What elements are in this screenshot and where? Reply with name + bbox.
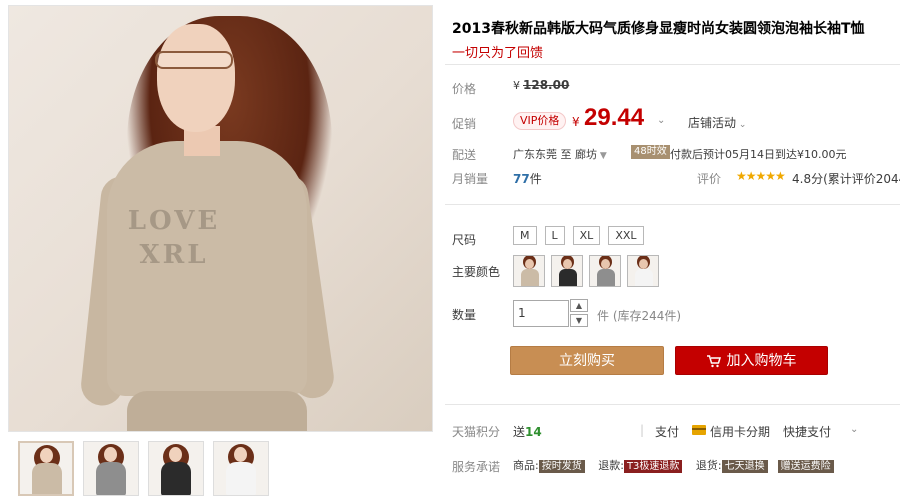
monthly-sales-label: 月销量 [452, 172, 489, 186]
points-number: 14 [525, 425, 542, 439]
thumb-shirt [96, 462, 126, 495]
rating-summary-link[interactable]: 4.8分(累计评价2044) [792, 170, 900, 187]
thumb-shirt [32, 463, 62, 494]
promo-currency: ¥ [572, 115, 580, 129]
size-option-xl[interactable]: XL [572, 226, 601, 245]
on-time-shipping-badge[interactable]: 按时发货 [538, 460, 585, 473]
points-label: 天猫积分 [452, 425, 501, 439]
swatch-shirt [521, 269, 539, 286]
divider [445, 204, 900, 205]
size-option-l[interactable]: L [544, 226, 565, 245]
thumb-face [40, 448, 53, 463]
color-option-2[interactable] [551, 255, 583, 287]
thumb-shirt [161, 462, 191, 495]
chevron-down-icon[interactable]: ⌄ [850, 424, 858, 435]
vip-price-badge: VIP价格 [513, 112, 567, 130]
thumbnail-strip [18, 441, 269, 496]
color-label: 主要颜色 [452, 265, 501, 279]
quantity-label: 数量 [452, 308, 477, 322]
shipping-route-text: 广东东莞 至 廊坊 [513, 148, 597, 161]
monthly-sales-count: 77 [513, 172, 530, 186]
size-option-xxl[interactable]: XXL [608, 226, 644, 245]
swatch-face [525, 259, 534, 269]
price-label: 价格 [452, 82, 477, 96]
size-options: M L XL XXL [513, 226, 644, 245]
shop-activity-label: 店铺活动 [688, 116, 737, 130]
color-option-3[interactable] [589, 255, 621, 287]
increment-icon[interactable]: ▲ [570, 299, 588, 312]
promo-price: 29.44 [584, 104, 645, 131]
thumbnail-4[interactable] [213, 441, 269, 496]
add-to-cart-button[interactable]: 加入购物车 [675, 346, 828, 375]
seven-day-return-badge[interactable]: 七天退换 [721, 460, 768, 473]
thumbnail-3[interactable] [148, 441, 204, 496]
chevron-down-icon: ⌄ [736, 120, 747, 130]
original-price-value: 128.00 [523, 78, 570, 92]
swatch-shirt [635, 269, 653, 286]
thumb-face [169, 447, 182, 462]
return-label: 退货: [695, 459, 722, 472]
color-option-4[interactable] [627, 255, 659, 287]
decrement-icon[interactable]: ▼ [570, 314, 588, 327]
service-promises: 商品: 按时发货 退款: T3极速退款 退货: 七天退换 赠送运费险 [513, 457, 844, 473]
divider [445, 404, 900, 405]
shipping-note: 付款后预计05月14日到达¥10.00元 [670, 148, 847, 161]
size-option-m[interactable]: M [513, 226, 537, 245]
separator: | [640, 423, 645, 437]
monthly-sales-unit: 件 [529, 172, 542, 186]
shipping-route[interactable]: 广东东莞 至 廊坊 ▼ [513, 146, 607, 162]
refund-label: 退款: [598, 459, 624, 472]
thumb-shirt [226, 462, 256, 495]
add-to-cart-label: 加入购物车 [726, 353, 797, 369]
monthly-sales-value: 77件 [513, 170, 542, 187]
swatch-shirt [559, 269, 577, 286]
swatch-face [601, 259, 610, 269]
color-option-1[interactable] [513, 255, 545, 287]
stock-text: 件 (库存244件) [597, 309, 682, 323]
original-price: ¥128.00 [513, 78, 569, 92]
swatch-face [563, 259, 572, 269]
promo-label: 促销 [452, 117, 477, 131]
divider [445, 64, 900, 65]
quick-pay-link[interactable]: 快捷支付 [783, 423, 831, 440]
thumb-face [234, 447, 247, 462]
thumb-face [104, 447, 117, 462]
color-options [513, 255, 659, 287]
points-value: 送14 [513, 423, 542, 440]
currency-symbol: ¥ [513, 79, 520, 92]
model-pants [127, 391, 307, 431]
fast-refund-badge[interactable]: T3极速退款 [623, 460, 683, 473]
star-rating-icon: ★★★★★ [736, 169, 786, 183]
size-label: 尺码 [452, 233, 477, 247]
quantity-input[interactable]: 1 [513, 300, 569, 327]
buy-now-button[interactable]: 立刻购买 [510, 346, 664, 375]
product-subtitle: 一切只为了回馈 [452, 46, 544, 61]
main-product-image[interactable]: LOVE XRL [8, 5, 433, 432]
shirt-print-text: LOVE XRL [127, 206, 221, 270]
credit-installment-link[interactable]: 信用卡分期 [710, 423, 770, 440]
chevron-down-icon[interactable]: ⌄ [657, 115, 665, 126]
thumbnail-2[interactable] [83, 441, 139, 496]
points-prefix: 送 [513, 425, 526, 439]
product-title: 2013春秋新品韩版大码气质修身显瘦时尚女装圆领泡泡袖长袖T恤 [452, 21, 865, 37]
shop-activity-dropdown[interactable]: 店铺活动 ⌄ [688, 114, 746, 131]
model-face [157, 24, 235, 132]
swatch-face [639, 259, 648, 269]
model-glasses [155, 51, 233, 69]
service-label: 服务承诺 [452, 460, 501, 474]
payment-label: 支付 [655, 425, 680, 439]
delivery-time-badge: 48时效 [631, 145, 670, 159]
rating-label: 评价 [697, 172, 722, 186]
shipping-label: 配送 [452, 148, 477, 162]
goods-label: 商品: [513, 459, 539, 472]
credit-card-icon [692, 425, 706, 435]
thumbnail-1[interactable] [18, 441, 74, 496]
caret-down-icon: ▼ [597, 151, 607, 161]
cart-icon [706, 354, 721, 367]
swatch-shirt [597, 269, 615, 286]
freight-insurance-badge[interactable]: 赠送运费险 [777, 460, 834, 473]
